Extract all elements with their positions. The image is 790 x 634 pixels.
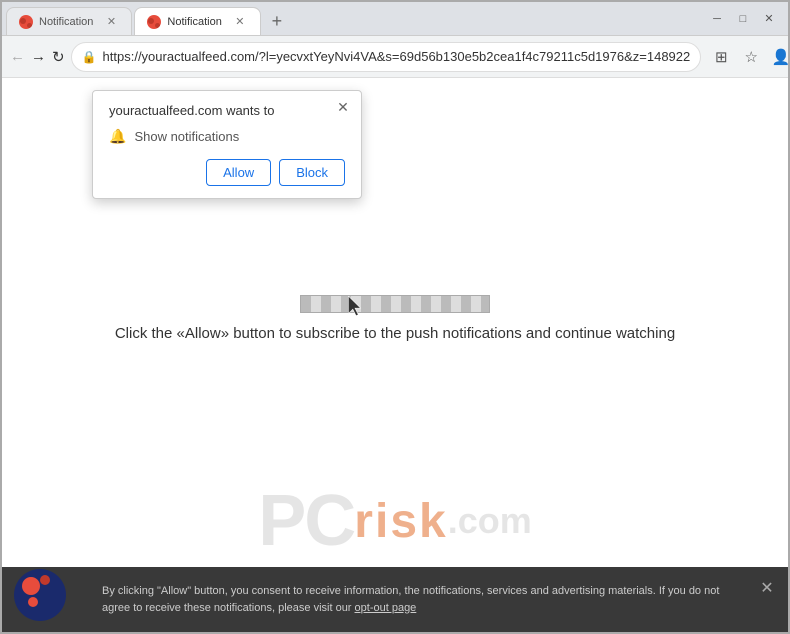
popup-close-button[interactable]: ✕ [333,97,353,117]
tab-1[interactable]: Notification ✕ [6,7,132,35]
tab-2[interactable]: Notification ✕ [134,7,260,35]
toolbar: ← → ↻ 🔒 https://youractualfeed.com/?l=ye… [2,36,788,78]
tab-2-label: Notification [167,16,221,28]
block-button[interactable]: Block [279,159,345,186]
footer-optout-link[interactable]: opt-out page [355,602,417,614]
watermark-risk: risk [354,494,447,549]
close-button[interactable]: ✕ [758,8,780,30]
allow-button[interactable]: Allow [206,159,271,186]
tab-1-label: Notification [39,16,93,28]
bell-icon: 🔔 [109,128,126,145]
tab-1-close[interactable]: ✕ [103,14,119,30]
page-main-message: Click the «Allow» button to subscribe to… [115,325,675,342]
watermark-pc: PC [258,480,354,562]
tab-bar: Notification ✕ Notification ✕ + [6,2,706,35]
watermark-com: .com [448,500,532,542]
popup-buttons: Allow Block [109,159,345,186]
forward-button[interactable]: → [31,43,46,71]
footer-logo [14,569,86,624]
logo-circle [14,569,66,621]
address-bar[interactable]: 🔒 https://youractualfeed.com/?l=yecvxtYe… [71,42,702,72]
footer-bar: By clicking "Allow" button, you consent … [2,567,788,632]
new-tab-button[interactable]: + [263,7,291,35]
tab-2-close[interactable]: ✕ [232,14,248,30]
tab-1-favicon [19,15,33,29]
reload-button[interactable]: ↻ [52,43,65,71]
maximize-button[interactable]: □ [732,8,754,30]
loading-bar [300,295,490,313]
extensions-button[interactable]: ⊞ [707,43,735,71]
popup-permission-row: 🔔 Show notifications [109,128,345,145]
page-content: ✕ youractualfeed.com wants to 🔔 Show not… [2,78,788,632]
back-button[interactable]: ← [10,43,25,71]
browser-window: Notification ✕ Notification ✕ + ─ □ ✕ ← … [0,0,790,634]
title-bar: Notification ✕ Notification ✕ + ─ □ ✕ [2,2,788,36]
url-text: https://youractualfeed.com/?l=yecvxtYeyN… [103,49,691,64]
bookmark-button[interactable]: ☆ [737,43,765,71]
profile-button[interactable]: 👤 [767,43,790,71]
footer-text: By clicking "Allow" button, you consent … [102,583,748,616]
tab-2-favicon [147,15,161,29]
watermark: PC risk .com [258,480,531,562]
notification-popup: ✕ youractualfeed.com wants to 🔔 Show not… [92,90,362,199]
loading-bar-container [300,295,490,313]
popup-permission-label: Show notifications [134,129,239,144]
footer-close-button[interactable]: ✕ [756,577,778,599]
minimize-button[interactable]: ─ [706,8,728,30]
toolbar-right-buttons: ⊞ ☆ 👤 ⋮ [707,43,790,71]
popup-title: youractualfeed.com wants to [109,103,345,118]
lock-icon: 🔒 [82,50,97,64]
window-controls: ─ □ ✕ [706,8,784,30]
